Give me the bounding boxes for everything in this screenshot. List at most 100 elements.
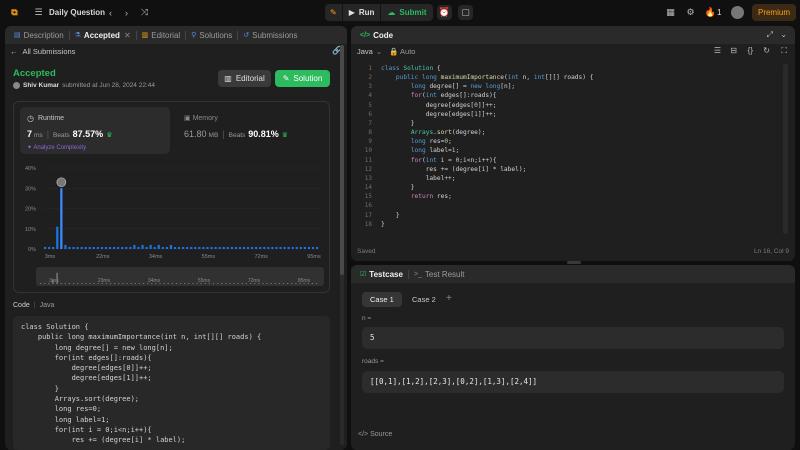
tab-accepted[interactable]: ⚗ Accepted ✕ [70, 26, 136, 44]
tab-editorial[interactable]: ▥ Editorial [137, 26, 186, 44]
alarm-icon[interactable]: ⏰ [437, 5, 452, 20]
expand-icon[interactable]: ⤢ [767, 30, 773, 40]
chart-bar [198, 246, 201, 249]
run-submit-group: ✎ ▶ Run ☁ Submit [325, 4, 433, 21]
author-name[interactable]: Shiv Kumar [23, 82, 59, 89]
solution-button[interactable]: ✎ Solution [275, 70, 330, 87]
tab-code[interactable]: </> Code [355, 26, 398, 44]
memory-label[interactable]: ▣ Memory [184, 114, 218, 122]
shuffle-icon[interactable]: ⤨ [138, 6, 151, 19]
chart-bar [145, 246, 148, 249]
overview-bar [180, 283, 182, 284]
gear-icon[interactable]: ⚙ [684, 6, 697, 19]
code-editor[interactable]: class Solution { public long maximumImpo… [381, 64, 593, 229]
chart-bar [68, 246, 71, 249]
overview-bar [262, 283, 264, 284]
overview-bar [130, 283, 132, 284]
flask-icon: ⚗ [74, 32, 81, 39]
back-to-submissions[interactable]: ← All Submissions [10, 47, 75, 56]
debug-icon[interactable]: ✎ [325, 4, 342, 21]
terminal-icon: >_ [413, 270, 422, 278]
document-icon: ▤ [14, 32, 21, 39]
chart-bar [283, 246, 286, 249]
close-tab-icon[interactable]: ✕ [124, 31, 131, 40]
submitted-time: submitted at Jun 28, 2024 22:44 [62, 82, 155, 89]
chart-bar [60, 188, 63, 249]
reset-icon[interactable]: ↻ [763, 46, 770, 55]
left-scrollbar[interactable] [340, 45, 344, 445]
language-select[interactable]: Java ⌄ [357, 47, 382, 56]
editor-line: } [381, 184, 415, 192]
chart-bar [242, 246, 246, 249]
editor-scrollbar[interactable] [783, 64, 788, 234]
runtime-card[interactable]: ◷ Runtime 7 ms | Beats 87.57% ♛ ✦ Analyze Comp… [20, 107, 170, 154]
avatar[interactable] [731, 6, 744, 19]
format-icon[interactable]: ☰ [714, 46, 721, 55]
tab-test-result[interactable]: >_ Test Result [409, 265, 470, 283]
code-line: degree[edges[0]]++; [21, 364, 152, 373]
code-brackets-icon: </> [360, 31, 371, 39]
chart-bar [92, 246, 95, 249]
fullscreen-icon[interactable]: ⛶ [781, 46, 787, 56]
line-number: 1 [368, 65, 372, 72]
problem-list-icon[interactable]: ☰ [32, 6, 45, 19]
performance-stats: ◷ Runtime 7 ms | Beats 87.57% ♛ ✦ Analyze Comp… [13, 101, 330, 293]
play-icon: ▶ [348, 8, 355, 17]
y-tick-label: 40% [25, 166, 36, 172]
chart-bar [295, 246, 298, 249]
run-button[interactable]: ▶ Run [341, 4, 381, 21]
scroll-thumb[interactable] [340, 45, 344, 275]
chart-bar [137, 246, 140, 249]
chart-bar [287, 246, 290, 249]
overview-bar [81, 283, 83, 284]
code-line: res += (degree[i] * label); [21, 436, 186, 445]
leetcode-logo-icon[interactable]: ⧉ [8, 6, 21, 19]
bookmark-icon[interactable]: ⊟ [730, 46, 737, 55]
overview-bar [237, 283, 239, 284]
memory-value: 61.80 MB | Beats 90.81% ♛ [184, 129, 289, 139]
tab-description[interactable]: ▤ Description [9, 26, 69, 44]
autosave-indicator[interactable]: 🔒 Auto [389, 47, 415, 56]
submitted-code[interactable]: class Solution { public long maximumImpo… [13, 316, 330, 450]
collapse-icon[interactable]: ⌄ [780, 30, 787, 39]
tab-testcase[interactable]: ☑ Testcase [355, 265, 408, 283]
chart-bar [299, 246, 302, 249]
chevron-right-icon[interactable]: › [120, 6, 133, 19]
chart-bar [165, 246, 168, 249]
tab-submissions[interactable]: ↺ Submissions [238, 26, 302, 44]
tab-solutions[interactable]: ⚲ Solutions [186, 26, 237, 44]
overview-bar [270, 283, 272, 284]
chart-bar [113, 246, 116, 249]
source-link[interactable]: </> Source [358, 431, 392, 438]
notes-icon[interactable]: ▢ [458, 5, 473, 20]
line-number: 11 [364, 156, 372, 164]
author-avatar[interactable] [13, 82, 20, 89]
editor-line: public long maximumImportance(int n, int… [395, 74, 594, 82]
analyze-complexity-link[interactable]: ✦ Analyze Complexity [27, 144, 86, 151]
editorial-button[interactable]: ▥ Editorial [218, 70, 271, 87]
left-tab-bar: ▤ Description ⚗ Accepted ✕ ▥ Editorial ⚲ Solu… [5, 26, 347, 44]
submit-button[interactable]: ☁ Submit [380, 4, 432, 21]
add-case-icon[interactable]: + [446, 293, 452, 304]
editor-line: } [381, 211, 400, 219]
chart-bar [315, 246, 319, 249]
editor-line: return res; [410, 193, 452, 201]
chevron-left-icon[interactable]: ‹ [104, 6, 117, 19]
editor-line: class Solution { [381, 65, 441, 72]
line-number: 3 [368, 83, 372, 91]
runtime-distribution-chart: 40% 30% 20% 10% 0% 3ms 22ms 34ms 55ms 72ms 95ms 3ms… [25, 166, 324, 286]
case-2-tab[interactable]: Case 2 [404, 292, 444, 307]
param-n-input[interactable]: 5 [362, 327, 784, 349]
case-1-tab[interactable]: Case 1 [362, 292, 402, 307]
line-numbers: 1 2 3 4 5 6 7 8 9 10 11 12 13 14 15 16 17 18 [362, 64, 372, 229]
layout-icon[interactable]: ▦ [664, 6, 677, 19]
braces-icon[interactable]: {} [748, 46, 753, 55]
fire-icon[interactable]: 🔥 [704, 6, 717, 19]
panel-resize-handle[interactable] [567, 261, 581, 264]
book-icon: ▥ [224, 74, 232, 83]
problem-list-title[interactable]: Daily Question [49, 6, 105, 19]
code-line: degree[edges[1]]++; [21, 374, 152, 383]
premium-button[interactable]: Premium [752, 4, 796, 21]
param-roads-input[interactable]: [[0,1],[1,2],[2,3],[0,2],[1,3],[2,4]] [362, 371, 784, 393]
chart-bar [133, 244, 136, 249]
